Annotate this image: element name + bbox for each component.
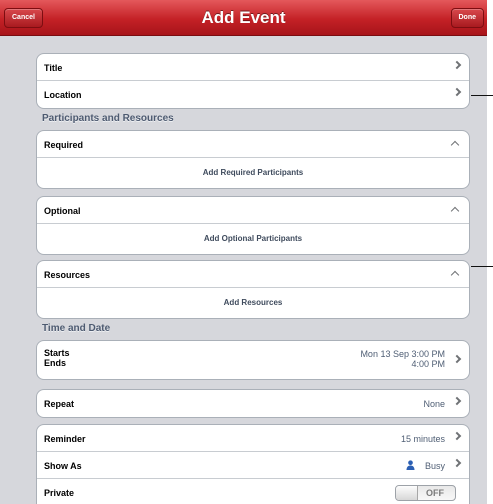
title-row[interactable]: Title [37, 54, 469, 81]
location-row[interactable]: Location [37, 81, 469, 108]
private-row: Private OFF [37, 479, 469, 504]
starts-ends-row[interactable]: Starts Ends Mon 13 Sep 3:00 PM 4:00 PM [37, 341, 469, 379]
ends-value: 4:00 PM [411, 359, 445, 369]
callout-line [471, 95, 493, 96]
ends-label: Ends [44, 358, 67, 368]
show-as-row[interactable]: Show As Busy [37, 452, 469, 479]
toggle-knob[interactable] [396, 486, 418, 500]
app-screen: Cancel Add Event Done Title Location Par… [0, 0, 487, 504]
add-required-participants-row[interactable]: Add Required Participants [37, 158, 469, 188]
time-group: Starts Ends Mon 13 Sep 3:00 PM 4:00 PM [36, 340, 470, 380]
starts-label: Starts [44, 348, 70, 358]
details-group: Reminder 15 minutes Show As Busy Private… [36, 424, 470, 504]
section-participants: Participants and Resources [42, 113, 174, 124]
repeat-label: Repeat [44, 399, 75, 409]
show-as-label: Show As [44, 461, 82, 471]
optional-header-row[interactable]: Optional [37, 197, 469, 224]
add-required-participants-label: Add Required Participants [202, 168, 304, 177]
required-label: Required [44, 140, 84, 150]
starts-ends-labels: Starts Ends [44, 348, 70, 368]
repeat-value: None [423, 399, 445, 409]
chevron-right-icon [452, 87, 462, 97]
private-toggle-state: OFF [426, 488, 444, 498]
private-toggle[interactable]: OFF [395, 485, 456, 501]
chevron-right-icon [452, 354, 462, 364]
page-title: Add Event [201, 8, 286, 27]
starts-ends-values: Mon 13 Sep 3:00 PM 4:00 PM [360, 349, 445, 369]
resources-group: Resources Add Resources [36, 260, 470, 319]
reminder-value: 15 minutes [400, 434, 445, 444]
location-label: Location [44, 90, 82, 100]
add-optional-participants-row[interactable]: Add Optional Participants [37, 224, 469, 254]
chevron-right-icon [452, 60, 462, 70]
optional-label: Optional [44, 206, 81, 216]
show-as-value: Busy [424, 461, 445, 471]
chevron-right-icon [452, 396, 462, 406]
add-resources-row[interactable]: Add Resources [37, 288, 469, 318]
reminder-label: Reminder [44, 434, 86, 444]
starts-value: Mon 13 Sep 3:00 PM [360, 349, 445, 359]
resources-header-row[interactable]: Resources [37, 261, 469, 288]
add-resources-label: Add Resources [223, 298, 283, 307]
done-button[interactable]: Done [450, 8, 484, 28]
private-label: Private [44, 488, 75, 498]
repeat-row[interactable]: Repeat None [37, 390, 469, 417]
optional-group: Optional Add Optional Participants [36, 196, 470, 255]
repeat-group: Repeat None [36, 389, 470, 418]
chevron-up-icon[interactable] [450, 140, 460, 150]
person-icon [406, 460, 415, 470]
chevron-right-icon [452, 458, 462, 468]
chevron-right-icon [452, 431, 462, 441]
resources-label: Resources [44, 270, 91, 280]
title-label: Title [44, 63, 63, 73]
add-optional-participants-label: Add Optional Participants [203, 234, 303, 243]
chevron-up-icon[interactable] [450, 206, 460, 216]
reminder-row[interactable]: Reminder 15 minutes [37, 425, 469, 452]
required-header-row[interactable]: Required [37, 131, 469, 158]
required-group: Required Add Required Participants [36, 130, 470, 189]
chevron-up-icon[interactable] [450, 270, 460, 280]
title-location-group: Title Location [36, 53, 470, 109]
navigation-bar: Cancel Add Event Done [0, 0, 487, 36]
callout-line [471, 266, 493, 267]
section-time-date: Time and Date [42, 323, 111, 334]
